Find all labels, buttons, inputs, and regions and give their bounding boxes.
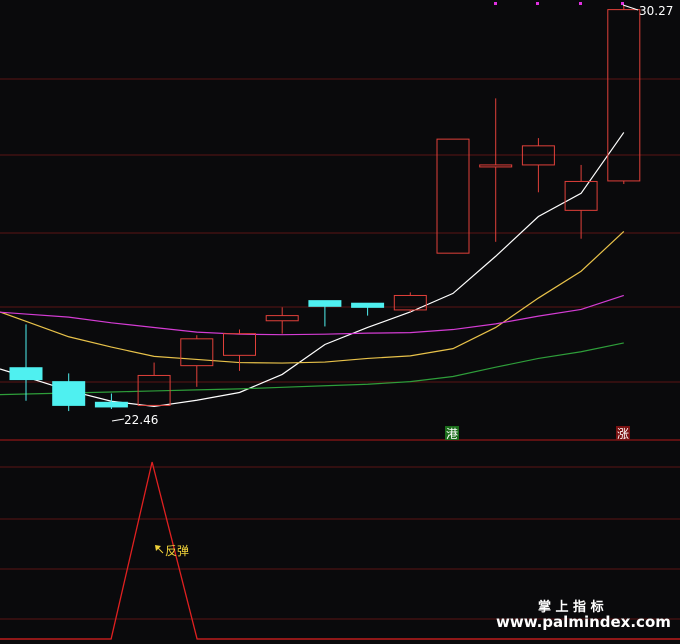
candle-body — [94, 401, 128, 408]
candle — [223, 329, 256, 371]
marker-label-1: 港 — [446, 427, 458, 441]
stock-chart: 30.27 22.46 港 涨 反弹 掌 上 指 标 www.palmindex… — [0, 2, 680, 640]
top-dot — [579, 2, 582, 5]
candle-body — [479, 164, 513, 168]
candle — [180, 335, 214, 387]
marker-label-2: 涨 — [617, 426, 629, 441]
candle — [436, 138, 470, 254]
candle — [564, 164, 598, 239]
candle — [607, 6, 641, 185]
top-dot — [494, 2, 497, 5]
marker-badge-1: 港 — [445, 426, 459, 441]
candle-body — [436, 138, 470, 254]
moving-average-lines — [0, 132, 625, 408]
candle — [9, 324, 43, 401]
signal-label: 反弹 — [165, 544, 189, 558]
candle-body — [351, 302, 385, 308]
candle — [479, 98, 513, 242]
candle — [52, 373, 86, 412]
candlesticks — [9, 6, 641, 412]
candle-body — [52, 381, 86, 406]
marker-badge-2: 涨 — [616, 426, 630, 441]
ma-line-1 — [0, 132, 625, 408]
candle-body — [180, 338, 214, 367]
candle — [265, 307, 299, 334]
top-dot — [621, 2, 624, 5]
candle — [393, 292, 427, 312]
high-price-label: 30.27 — [639, 4, 673, 18]
candle-body — [265, 315, 299, 322]
candle — [94, 393, 128, 409]
top-dot — [536, 2, 539, 5]
candle — [521, 138, 555, 193]
candle-body — [9, 367, 43, 381]
low-price-label: 22.46 — [124, 413, 158, 427]
candle-body — [223, 333, 256, 356]
ma-line-4 — [0, 342, 624, 396]
ma-line-2 — [0, 231, 625, 364]
candle-body — [308, 300, 342, 307]
low-price-annotation: 22.46 — [111, 413, 158, 427]
watermark: 掌 上 指 标 www.palmindex.com — [496, 599, 671, 631]
high-price-annotation: 30.27 — [622, 4, 673, 18]
candle — [351, 302, 385, 316]
signal-annotation: 反弹 — [155, 544, 189, 558]
candle — [308, 300, 342, 327]
watermark-line-2: www.palmindex.com — [496, 613, 671, 631]
candle — [137, 362, 171, 406]
candle-body — [564, 180, 598, 211]
